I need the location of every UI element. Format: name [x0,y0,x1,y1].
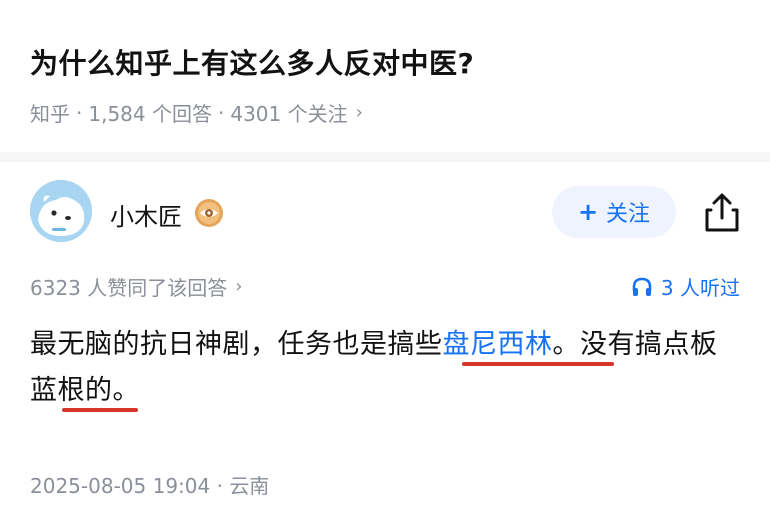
answer-timestamp: 2025-08-05 19:04 [30,474,211,498]
plus-icon: + [577,198,599,226]
meta-separator: · [217,100,225,125]
listen-count[interactable]: 3 人听过 [631,272,740,301]
red-underline-annotation [62,408,138,412]
voteup-text: 6323 人赞同了该回答 [30,276,228,300]
eye-badge-icon [195,199,223,227]
question-source: 知乎 [30,102,70,126]
chevron-right-icon: › [355,102,363,123]
answer-footer: 2025-08-05 19:04 · 云南 [30,470,269,499]
answer-text: 最无脑的抗日神剧，任务也是搞些 [30,329,443,360]
headphones-icon [632,277,652,296]
answer-count: 1,584 个回答 [88,102,212,126]
section-divider [0,152,770,162]
voteup-count[interactable]: 6323 人赞同了该回答 › [30,272,242,301]
share-icon[interactable] [702,192,742,234]
avatar-image [30,180,92,242]
meta-separator: · [216,474,230,498]
chevron-right-icon: › [235,276,243,297]
follow-label: 关注 [606,202,651,227]
author-name[interactable]: 小木匠 [110,197,182,232]
answer-content: 最无脑的抗日神剧，任务也是搞些盘尼西林。没有搞点板蓝根的。 [30,322,740,414]
question-meta[interactable]: 知乎 · 1,584 个回答 · 4301 个关注 › [30,98,363,127]
answer-link[interactable]: 盘尼西林 [443,329,553,360]
avatar[interactable] [30,180,92,242]
answer-location: 云南 [229,474,270,498]
question-title[interactable]: 为什么知乎上有这么多人反对中医? [30,42,474,82]
follower-count: 4301 个关注 [230,102,348,126]
answer-page: 为什么知乎上有这么多人反对中医? 知乎 · 1,584 个回答 · 4301 个… [0,0,770,506]
red-underline-annotation [462,362,614,366]
meta-separator: · [76,100,83,125]
follow-button[interactable]: + 关注 [552,186,676,238]
listen-text: 3 人听过 [660,276,740,300]
